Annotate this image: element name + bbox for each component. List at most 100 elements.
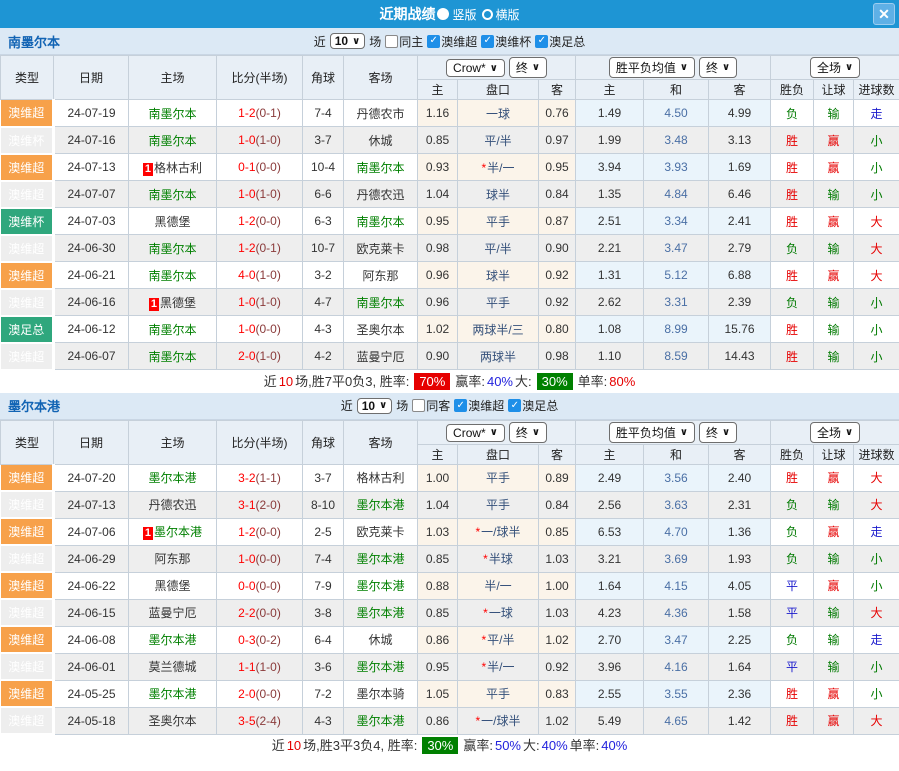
table-row: 澳维超24-06-21南墨尔本4-0(1-0)3-2阿东那0.96球半0.921… [1, 262, 899, 289]
home-team-name: 蓝曼宁厄 [148, 606, 196, 620]
subcol-handicap-result: 让球 [814, 80, 854, 100]
radio-vertical-layout[interactable]: 竖版 [437, 6, 476, 23]
goals-result-cell: 小 [854, 127, 899, 154]
handicap-result-cell: 赢 [814, 572, 854, 599]
subcol-odds-home: 主 [418, 80, 458, 100]
result-cell: 胜 [771, 208, 814, 235]
checkbox-checked-icon: ✓ [454, 399, 467, 412]
home-team-cell: 南墨尔本 [129, 235, 217, 262]
avg-draw-cell: 4.16 [644, 653, 709, 680]
result-cell: 胜 [771, 707, 814, 734]
section-south-melbourne: 南墨尔本 近10∨场同主✓澳维超✓澳维杯✓澳足总 类型日期主场比分(半场)角球客… [0, 28, 899, 393]
halftime-score: (0-1) [256, 241, 281, 255]
home-team-name: 墨尔本港 [148, 687, 196, 701]
scope-select[interactable]: 全场∨ [810, 57, 860, 78]
avg-away-cell: 1.36 [709, 518, 771, 545]
league-filter-checkbox-2[interactable]: ✓澳足总 [535, 33, 585, 50]
avg-home-cell: 1.35 [576, 181, 644, 208]
handicap-value: 平手 [486, 471, 510, 485]
avg-away-cell: 14.43 [709, 343, 771, 370]
avg-draw-cell: 4.50 [644, 100, 709, 127]
match-count-select[interactable]: 10 ∨ [357, 398, 392, 414]
home-odds-cell: 1.00 [418, 464, 458, 491]
home-team-cell: 墨尔本港 [129, 626, 217, 653]
table-row: 澳维超24-06-01莫兰德城1-1(1-0)3-6墨尔本港0.95*半/一0.… [1, 653, 899, 680]
league-filter-checkbox-1[interactable]: ✓澳维杯 [481, 33, 531, 50]
away-odds-cell: 0.87 [539, 208, 576, 235]
corner-cell: 4-7 [303, 289, 344, 316]
chevron-down-icon: ∨ [722, 427, 730, 438]
match-date: 24-06-12 [54, 316, 129, 343]
chevron-down-icon: ∨ [352, 36, 360, 47]
match-count-select-value: 10 [362, 399, 375, 413]
away-team-name: 南墨尔本 [356, 161, 404, 175]
avg-metric-select[interactable]: 胜平负均值∨ [609, 57, 695, 78]
col-date: 日期 [54, 420, 129, 464]
away-team-cell: 墨尔本港 [344, 599, 418, 626]
red-card-badge: 1 [149, 298, 159, 311]
home-team-cell: 黑德堡 [129, 208, 217, 235]
fulltime-score: 3-5 [238, 714, 255, 728]
avg-away-cell: 2.36 [709, 680, 771, 707]
corner-cell: 3-6 [303, 653, 344, 680]
league-filter-checkbox-0[interactable]: ✓澳维超 [427, 33, 477, 50]
handicap-cell: *一/球半 [458, 518, 539, 545]
avg-away-cell: 15.76 [709, 316, 771, 343]
league-badge: 澳维超 [1, 518, 54, 545]
section-filter-bar: 墨尔本港 近10∨场同客✓澳维超✓澳足总 [0, 393, 899, 420]
handicap-result-cell: 赢 [814, 680, 854, 707]
bookmaker-select[interactable]: Crow*∨ [446, 424, 505, 442]
corner-cell: 3-2 [303, 262, 344, 289]
avg-metric-select[interactable]: 胜平负均值∨ [609, 422, 695, 443]
home-odds-cell: 0.98 [418, 235, 458, 262]
fulltime-score: 3-2 [238, 471, 255, 485]
handicap-result-cell: 输 [814, 626, 854, 653]
fulltime-score: 2-0 [238, 687, 255, 701]
away-team-cell: 蓝曼宁厄 [344, 343, 418, 370]
fulltime-score: 0-0 [238, 579, 255, 593]
league-badge: 澳维超 [1, 289, 54, 316]
odds-final-select[interactable]: 终∨ [509, 57, 547, 78]
away-odds-cell: 1.03 [539, 599, 576, 626]
handicap-cell: *半/一 [458, 653, 539, 680]
score-cell: 2-2(0-0) [217, 599, 303, 626]
match-date: 24-07-03 [54, 208, 129, 235]
league-badge: 澳维超 [1, 235, 54, 262]
handicap-cell: 平手 [458, 491, 539, 518]
away-odds-cell: 1.00 [539, 572, 576, 599]
radio-horizontal-layout[interactable]: 横版 [482, 6, 520, 23]
goals-result-cell: 小 [854, 289, 899, 316]
home-team-name: 南墨尔本 [148, 188, 196, 202]
same-venue-checkbox[interactable]: 同主 [385, 33, 423, 50]
avg-home-cell: 2.49 [576, 464, 644, 491]
result-cell: 负 [771, 626, 814, 653]
league-filter-checkbox-0[interactable]: ✓澳维超 [454, 397, 504, 414]
avg-final-select[interactable]: 终∨ [699, 422, 737, 443]
result-cell: 负 [771, 289, 814, 316]
corner-cell: 3-7 [303, 127, 344, 154]
corner-cell: 8-10 [303, 491, 344, 518]
close-button[interactable]: ✕ [873, 3, 895, 25]
early-change-star: * [483, 606, 488, 620]
avg-final-select-value: 终 [706, 59, 718, 76]
handicap-cell: 平手 [458, 464, 539, 491]
away-odds-cell: 0.90 [539, 235, 576, 262]
match-count-select[interactable]: 10∨ [330, 33, 365, 49]
same-venue-checkbox[interactable]: 同客 [412, 397, 450, 414]
handicap-cell: 平/半 [458, 127, 539, 154]
summary-record-text: 场,胜7平0负3, 胜率: [295, 374, 409, 389]
scope-select[interactable]: 全场∨ [810, 422, 860, 443]
subcol-avg-home: 主 [576, 80, 644, 100]
bookmaker-select[interactable]: Crow*∨ [446, 59, 505, 77]
handicap-value: 两球半/三 [472, 323, 523, 337]
avg-final-select[interactable]: 终∨ [699, 57, 737, 78]
league-filter-checkbox-1[interactable]: ✓澳足总 [508, 397, 558, 414]
handicap-cell: *半球 [458, 545, 539, 572]
handicap-cell: 平手 [458, 208, 539, 235]
handicap-result-cell: 输 [814, 289, 854, 316]
result-cell: 胜 [771, 127, 814, 154]
odds-final-select[interactable]: 终∨ [509, 422, 547, 443]
chevron-down-icon: ∨ [379, 400, 387, 411]
fulltime-score: 1-2 [238, 106, 255, 120]
corner-cell: 4-2 [303, 343, 344, 370]
